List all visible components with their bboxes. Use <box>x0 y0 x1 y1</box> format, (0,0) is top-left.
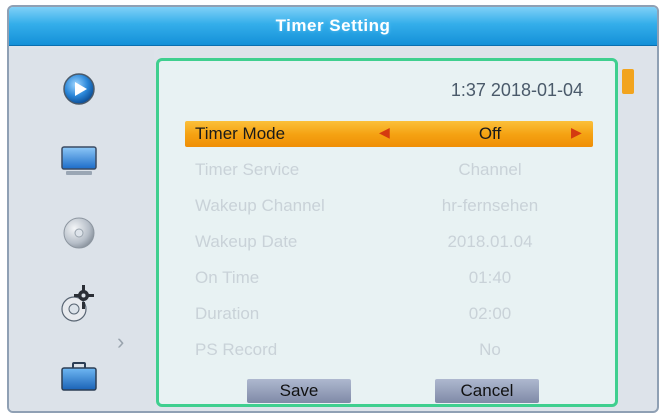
sidebar-item-picture[interactable] <box>49 141 109 181</box>
sidebar-item-system[interactable] <box>49 285 109 325</box>
row-wakeup-channel[interactable]: Wakeup Channel hr-fernsehen <box>185 193 593 219</box>
row-value: hr-fernsehen <box>441 196 539 215</box>
disc-icon <box>63 217 95 249</box>
row-label: Wakeup Date <box>195 232 298 251</box>
row-value: Channel <box>458 160 522 179</box>
play-icon <box>63 73 95 105</box>
sidebar: › <box>9 49 154 411</box>
row-label: Timer Service <box>195 160 300 179</box>
row-timer-mode[interactable]: Timer Mode ◀ Off ▶ <box>185 121 593 147</box>
row-wakeup-date[interactable]: Wakeup Date 2018.01.04 <box>185 229 593 255</box>
sidebar-item-tools[interactable] <box>49 357 109 397</box>
row-label: PS Record <box>195 340 278 359</box>
row-value: Off <box>478 124 502 143</box>
sidebar-item-media[interactable] <box>49 69 109 109</box>
row-label: Wakeup Channel <box>195 196 325 215</box>
row-on-time[interactable]: On Time 01:40 <box>185 265 593 291</box>
gear-icon <box>61 285 94 322</box>
title-bar: Timer Setting <box>9 7 657 46</box>
timer-setting-panel: 1:37 2018-01-04 Timer Mode ◀ Off ▶ Timer… <box>156 58 618 407</box>
sidebar-item-search[interactable] <box>49 213 109 253</box>
arrow-right-icon[interactable]: ▶ <box>571 124 582 141</box>
row-value: 01:40 <box>468 268 512 287</box>
row-duration[interactable]: Duration 02:00 <box>185 301 593 327</box>
timer-setting-window: Timer Setting › 1:37 2018-01-04 Timer Mo… <box>7 5 659 413</box>
row-ps-record[interactable]: PS Record No <box>185 337 593 363</box>
chevron-right-icon: › <box>117 329 125 354</box>
row-value: No <box>479 340 501 359</box>
row-value: 02:00 <box>468 304 512 323</box>
window-title: Timer Setting <box>275 16 391 35</box>
row-value: 2018.01.04 <box>447 232 533 251</box>
scroll-tab <box>622 69 634 94</box>
arrow-left-icon[interactable]: ◀ <box>379 124 390 141</box>
row-label: Duration <box>195 304 260 323</box>
clock: 1:37 2018-01-04 <box>450 80 583 100</box>
toolbox-icon <box>61 362 97 391</box>
row-label: Timer Mode <box>195 124 286 143</box>
cancel-button[interactable]: Cancel <box>435 379 539 403</box>
row-label: On Time <box>195 268 260 287</box>
save-button[interactable]: Save <box>247 379 351 403</box>
row-timer-service[interactable]: Timer Service Channel <box>185 157 593 183</box>
monitor-icon <box>61 146 97 175</box>
